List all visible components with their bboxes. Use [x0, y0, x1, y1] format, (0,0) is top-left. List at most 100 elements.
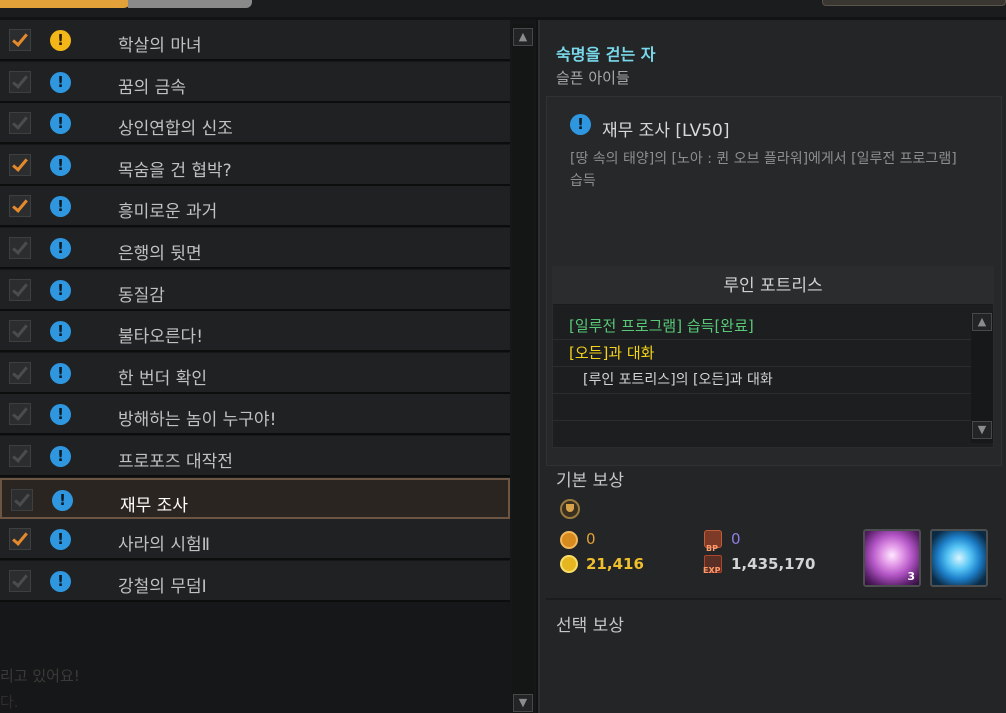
quest-alert-icon: ! — [50, 279, 71, 301]
exp-label: EXP — [703, 566, 721, 575]
check-icon — [12, 446, 28, 463]
quest-alert-icon: ! — [50, 113, 71, 135]
quest-row[interactable]: ! 목숨을 건 협박? — [0, 144, 510, 186]
quest-checkbox[interactable] — [9, 569, 31, 592]
quest-title: 사라의 시험Ⅱ — [118, 535, 210, 556]
npc-title: 숙명을 걷는 자 — [556, 45, 656, 64]
check-icon — [12, 529, 28, 547]
check-icon — [12, 321, 28, 339]
check-icon — [12, 570, 28, 588]
quest-row[interactable]: ! 흥미로운 과거 — [0, 186, 510, 228]
check-icon — [12, 30, 28, 47]
quest-checkbox[interactable] — [9, 278, 31, 301]
objective-location: 루인 포트리스 — [723, 276, 823, 296]
quest-title: 프로포즈 대작전 — [118, 452, 233, 472]
quest-title: 동질감 — [118, 285, 165, 306]
background-text-line2: 다. — [0, 693, 19, 711]
scroll-down-icon[interactable]: ▼ — [513, 694, 533, 712]
check-icon — [12, 154, 28, 172]
objective-current: [오든]과 대화 — [553, 340, 971, 367]
quest-row[interactable]: ! 학살의 마녀 — [0, 20, 510, 61]
quest-title: 은행의 뒷면 — [118, 244, 202, 264]
tab-inactive[interactable] — [128, 0, 252, 8]
quest-title: 방해하는 놈이 누구야! — [118, 410, 277, 431]
bp-value: 0 — [731, 530, 741, 548]
bronze-coin-value: 0 — [586, 530, 596, 548]
scroll-up-icon[interactable]: ▲ — [513, 28, 533, 46]
quest-row[interactable]: ! 재무 조사 — [0, 477, 510, 519]
objective-scrollbar[interactable]: ▲ ▼ — [971, 313, 993, 443]
quest-checkbox[interactable] — [9, 153, 31, 176]
quest-title: 강철의 무덤Ⅰ — [118, 576, 207, 597]
quest-checkbox[interactable] — [11, 488, 33, 511]
quest-title: 흥미로운 과거 — [118, 202, 218, 223]
tab-active[interactable] — [0, 0, 130, 8]
objective-list: [일루전 프로그램] 습득[완료] [오든]과 대화 [루인 포트리스]의 [오… — [553, 313, 971, 421]
quest-alert-icon: ! — [50, 196, 71, 218]
objective-box: 루인 포트리스 [일루전 프로그램] 습득[완료] [오든]과 대화 [루인 포… — [552, 266, 994, 448]
quest-checkbox[interactable] — [9, 29, 31, 51]
gold-coin-icon — [560, 555, 578, 573]
top-right-button[interactable] — [822, 0, 1006, 6]
check-icon — [12, 404, 28, 422]
quest-checkbox[interactable] — [9, 70, 31, 93]
quest-alert-icon: ! — [50, 154, 71, 176]
quest-row[interactable]: ! 불타오른다! — [0, 311, 510, 353]
quest-row[interactable]: ! 상인연합의 신조 — [0, 103, 510, 145]
quest-row[interactable]: ! 은행의 뒷면 — [0, 228, 510, 269]
quest-alert-icon: ! — [50, 71, 71, 93]
check-icon — [12, 71, 28, 89]
check-icon — [12, 362, 28, 380]
scroll-up-icon[interactable]: ▲ — [972, 313, 992, 331]
bp-label: BP — [706, 544, 718, 553]
quest-row[interactable]: ! 사라의 시험Ⅱ — [0, 519, 510, 561]
background-text-line1: 리고 있어요! — [0, 667, 80, 685]
quest-alert-icon: ! — [50, 404, 71, 426]
objective-done: [일루전 프로그램] 습득[완료] — [553, 313, 971, 340]
quest-row[interactable]: ! 동질감 — [0, 269, 510, 311]
quest-checkbox[interactable] — [9, 361, 31, 384]
quest-checkbox[interactable] — [9, 237, 31, 259]
check-icon — [14, 489, 30, 507]
quest-alert-icon: ! — [570, 114, 591, 135]
quest-checkbox[interactable] — [9, 320, 31, 343]
quest-checkbox[interactable] — [9, 403, 31, 426]
quest-row[interactable]: ! 한 번더 확인 — [0, 352, 510, 394]
quest-checkbox[interactable] — [9, 195, 31, 218]
quest-list-scrollbar[interactable]: ▲ ▼ — [512, 24, 534, 713]
quest-title: 상인연합의 신조 — [118, 119, 233, 140]
quest-alert-icon: ! — [50, 362, 71, 384]
check-icon — [12, 238, 28, 255]
quest-alert-icon: ! — [50, 321, 71, 343]
quest-detail-panel: 숙명을 걷는 자 슬픈 아이들 ! 재무 조사 [LV50] [땅 속의 태양]… — [538, 20, 1006, 713]
quest-row[interactable]: ! 방해하는 놈이 누구야! — [0, 394, 510, 436]
tab-strip — [0, 0, 1006, 17]
quest-alert-icon: ! — [52, 489, 73, 511]
check-icon — [12, 279, 28, 297]
quest-title: 재무 조사 [LV50] — [602, 121, 730, 141]
quest-row[interactable]: ! 프로포즈 대작전 — [0, 436, 510, 477]
quest-row[interactable]: ! 강철의 무덤Ⅰ — [0, 560, 510, 602]
quest-title: 목숨을 건 협박? — [118, 160, 232, 181]
quest-alert-icon: ! — [50, 238, 71, 259]
quest-alert-icon: ! — [50, 30, 71, 51]
reward-item-purple-gem[interactable]: 3 — [863, 529, 921, 587]
gold-value: 21,416 — [586, 555, 644, 573]
quest-checkbox[interactable] — [9, 112, 31, 135]
objective-empty-row — [553, 394, 971, 421]
quest-checkbox[interactable] — [9, 528, 31, 551]
objective-header: 루인 포트리스 — [553, 267, 993, 305]
item-count: 3 — [907, 570, 915, 583]
quest-title: 재무 조사 — [120, 495, 188, 516]
reward-item-blue-orb[interactable] — [930, 529, 988, 587]
quest-title: 불타오른다! — [118, 327, 204, 348]
check-icon — [12, 113, 28, 131]
quest-checkbox[interactable] — [9, 445, 31, 467]
trophy-icon — [560, 499, 580, 519]
scroll-down-icon[interactable]: ▼ — [972, 421, 992, 439]
quest-description: [땅 속의 태양]의 [노아 : 퀸 오브 플라워]에게서 [일루전 프로그램]… — [570, 151, 957, 189]
quest-alert-icon: ! — [50, 446, 71, 467]
basic-reward-title: 기본 보상 — [556, 471, 624, 491]
check-icon — [12, 196, 28, 214]
quest-row[interactable]: ! 꿈의 금속 — [0, 61, 510, 103]
